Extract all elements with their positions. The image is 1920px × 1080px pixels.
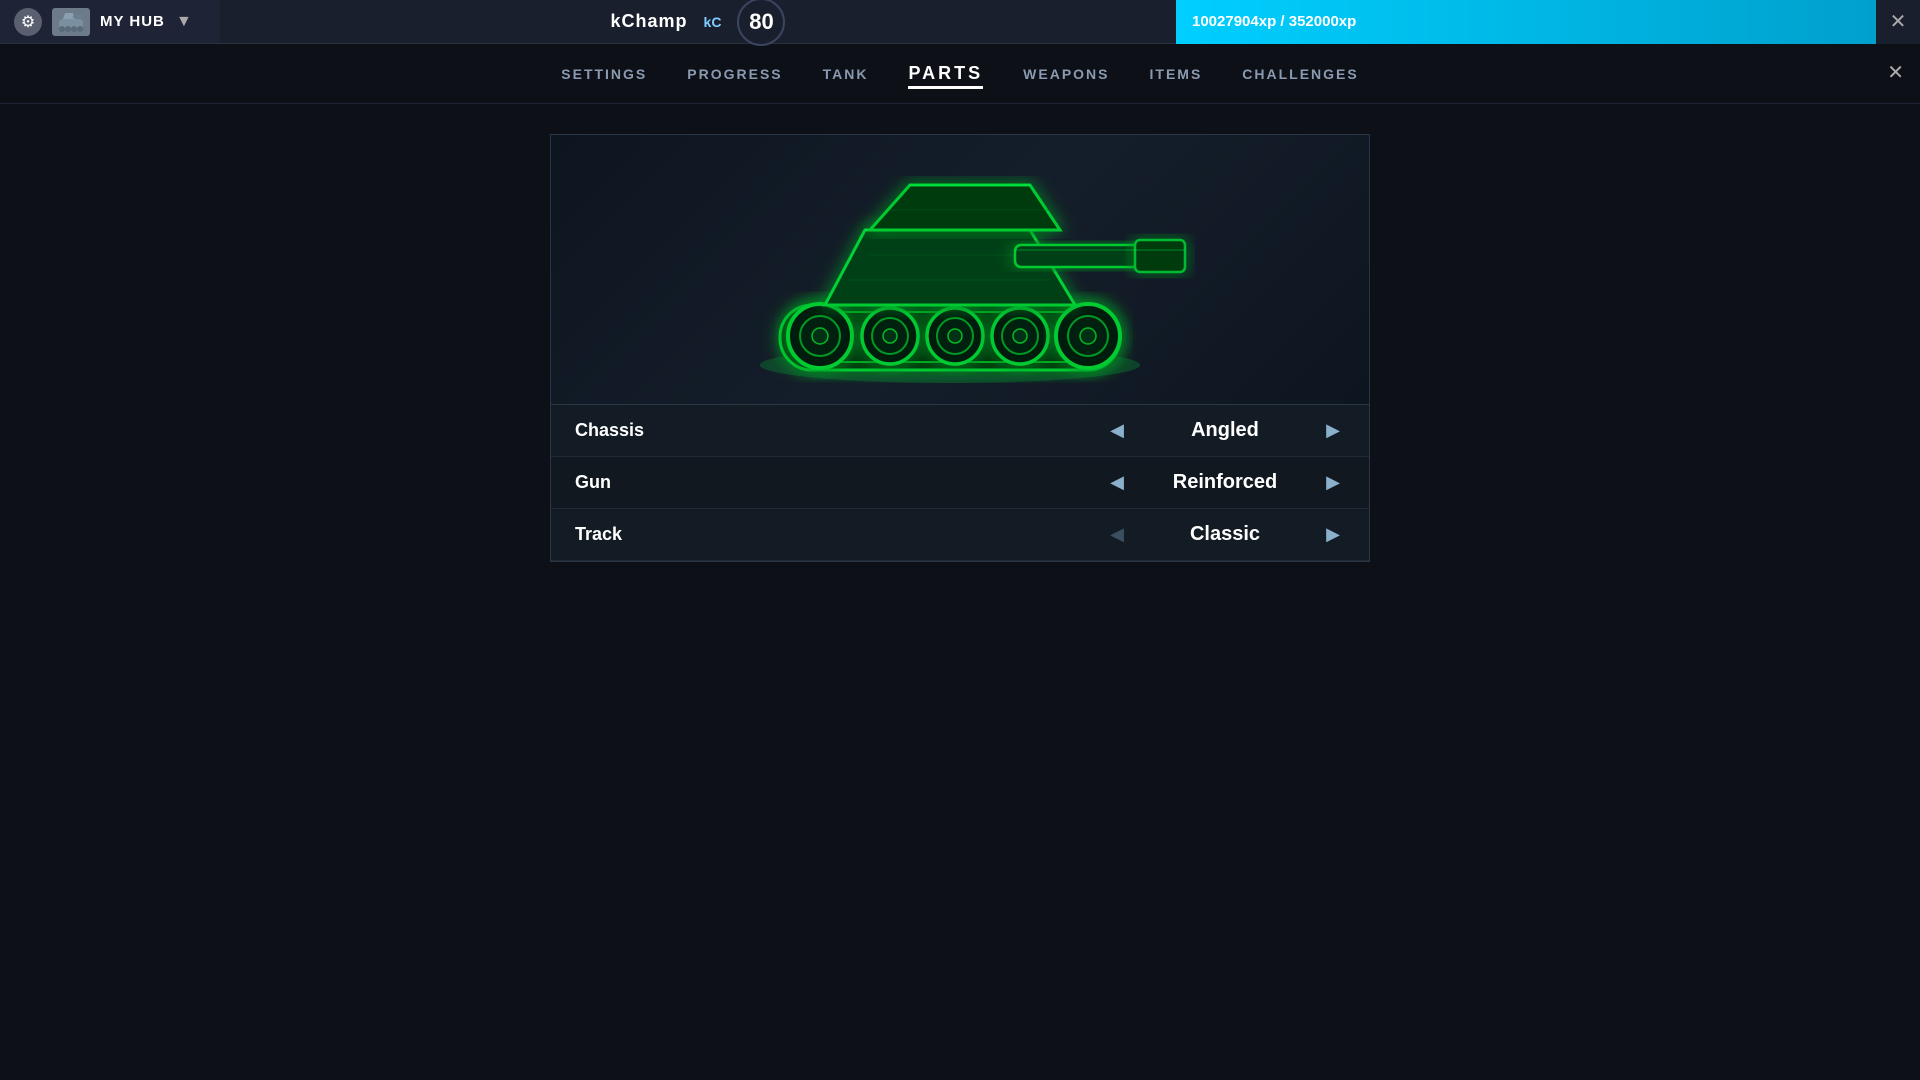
track-value: Classic [1145, 523, 1305, 546]
tank-display [551, 135, 1369, 405]
gun-value: Reinforced [1145, 471, 1305, 494]
chassis-next-button[interactable]: ▶ [1321, 419, 1345, 443]
track-label: Track [575, 524, 1105, 545]
nav-item-settings[interactable]: SETTINGS [561, 62, 647, 86]
nav-item-tank[interactable]: TANK [823, 62, 869, 86]
gun-selector: ◀ Reinforced ▶ [1105, 471, 1345, 495]
gun-label: Gun [575, 472, 1105, 493]
username: kChamp [611, 11, 688, 32]
track-next-button[interactable]: ▶ [1321, 523, 1345, 547]
chassis-value: Angled [1145, 419, 1305, 442]
chassis-label: Chassis [575, 420, 1105, 441]
close-top-button[interactable]: ✕ [1876, 0, 1920, 44]
main-content: Chassis ◀ Angled ▶ Gun ◀ Reinforced ▶ Tr… [0, 104, 1920, 562]
tank-avatar [52, 8, 90, 36]
hub-dropdown-icon[interactable]: ▼ [175, 13, 193, 31]
hub-section: ⚙ MY HUB ▼ [0, 0, 220, 43]
gun-next-button[interactable]: ▶ [1321, 471, 1345, 495]
nav-item-challenges[interactable]: CHALLENGES [1242, 62, 1358, 86]
kc-badge: kC [704, 14, 722, 30]
gear-icon[interactable]: ⚙ [14, 8, 42, 36]
top-bar: ⚙ MY HUB ▼ kChamp kC 80 10027904xp / 352… [0, 0, 1920, 44]
track-row: Track ◀ Classic ▶ [551, 509, 1369, 561]
chassis-row: Chassis ◀ Angled ▶ [551, 405, 1369, 457]
parts-list: Chassis ◀ Angled ▶ Gun ◀ Reinforced ▶ Tr… [551, 405, 1369, 561]
tank-image [720, 150, 1200, 390]
top-center: kChamp kC 80 [220, 0, 1176, 46]
xp-bar: 10027904xp / 352000xp [1176, 0, 1876, 44]
parts-panel: Chassis ◀ Angled ▶ Gun ◀ Reinforced ▶ Tr… [550, 134, 1370, 562]
level-badge: 80 [737, 0, 785, 46]
close-secondary-button[interactable]: ✕ [1887, 60, 1904, 85]
xp-display: 10027904xp / 352000xp [1192, 13, 1356, 30]
nav-bar: SETTINGS PROGRESS TANK PARTS WEAPONS ITE… [0, 44, 1920, 104]
nav-item-progress[interactable]: PROGRESS [687, 62, 782, 86]
nav-item-weapons[interactable]: WEAPONS [1023, 62, 1109, 86]
gun-prev-button[interactable]: ◀ [1105, 471, 1129, 495]
chassis-selector: ◀ Angled ▶ [1105, 419, 1345, 443]
nav-item-parts[interactable]: PARTS [908, 59, 983, 89]
nav-item-items[interactable]: ITEMS [1150, 62, 1203, 86]
track-prev-button[interactable]: ◀ [1105, 523, 1129, 547]
track-selector: ◀ Classic ▶ [1105, 523, 1345, 547]
hub-label: MY HUB [100, 13, 165, 30]
chassis-prev-button[interactable]: ◀ [1105, 419, 1129, 443]
gun-row: Gun ◀ Reinforced ▶ [551, 457, 1369, 509]
